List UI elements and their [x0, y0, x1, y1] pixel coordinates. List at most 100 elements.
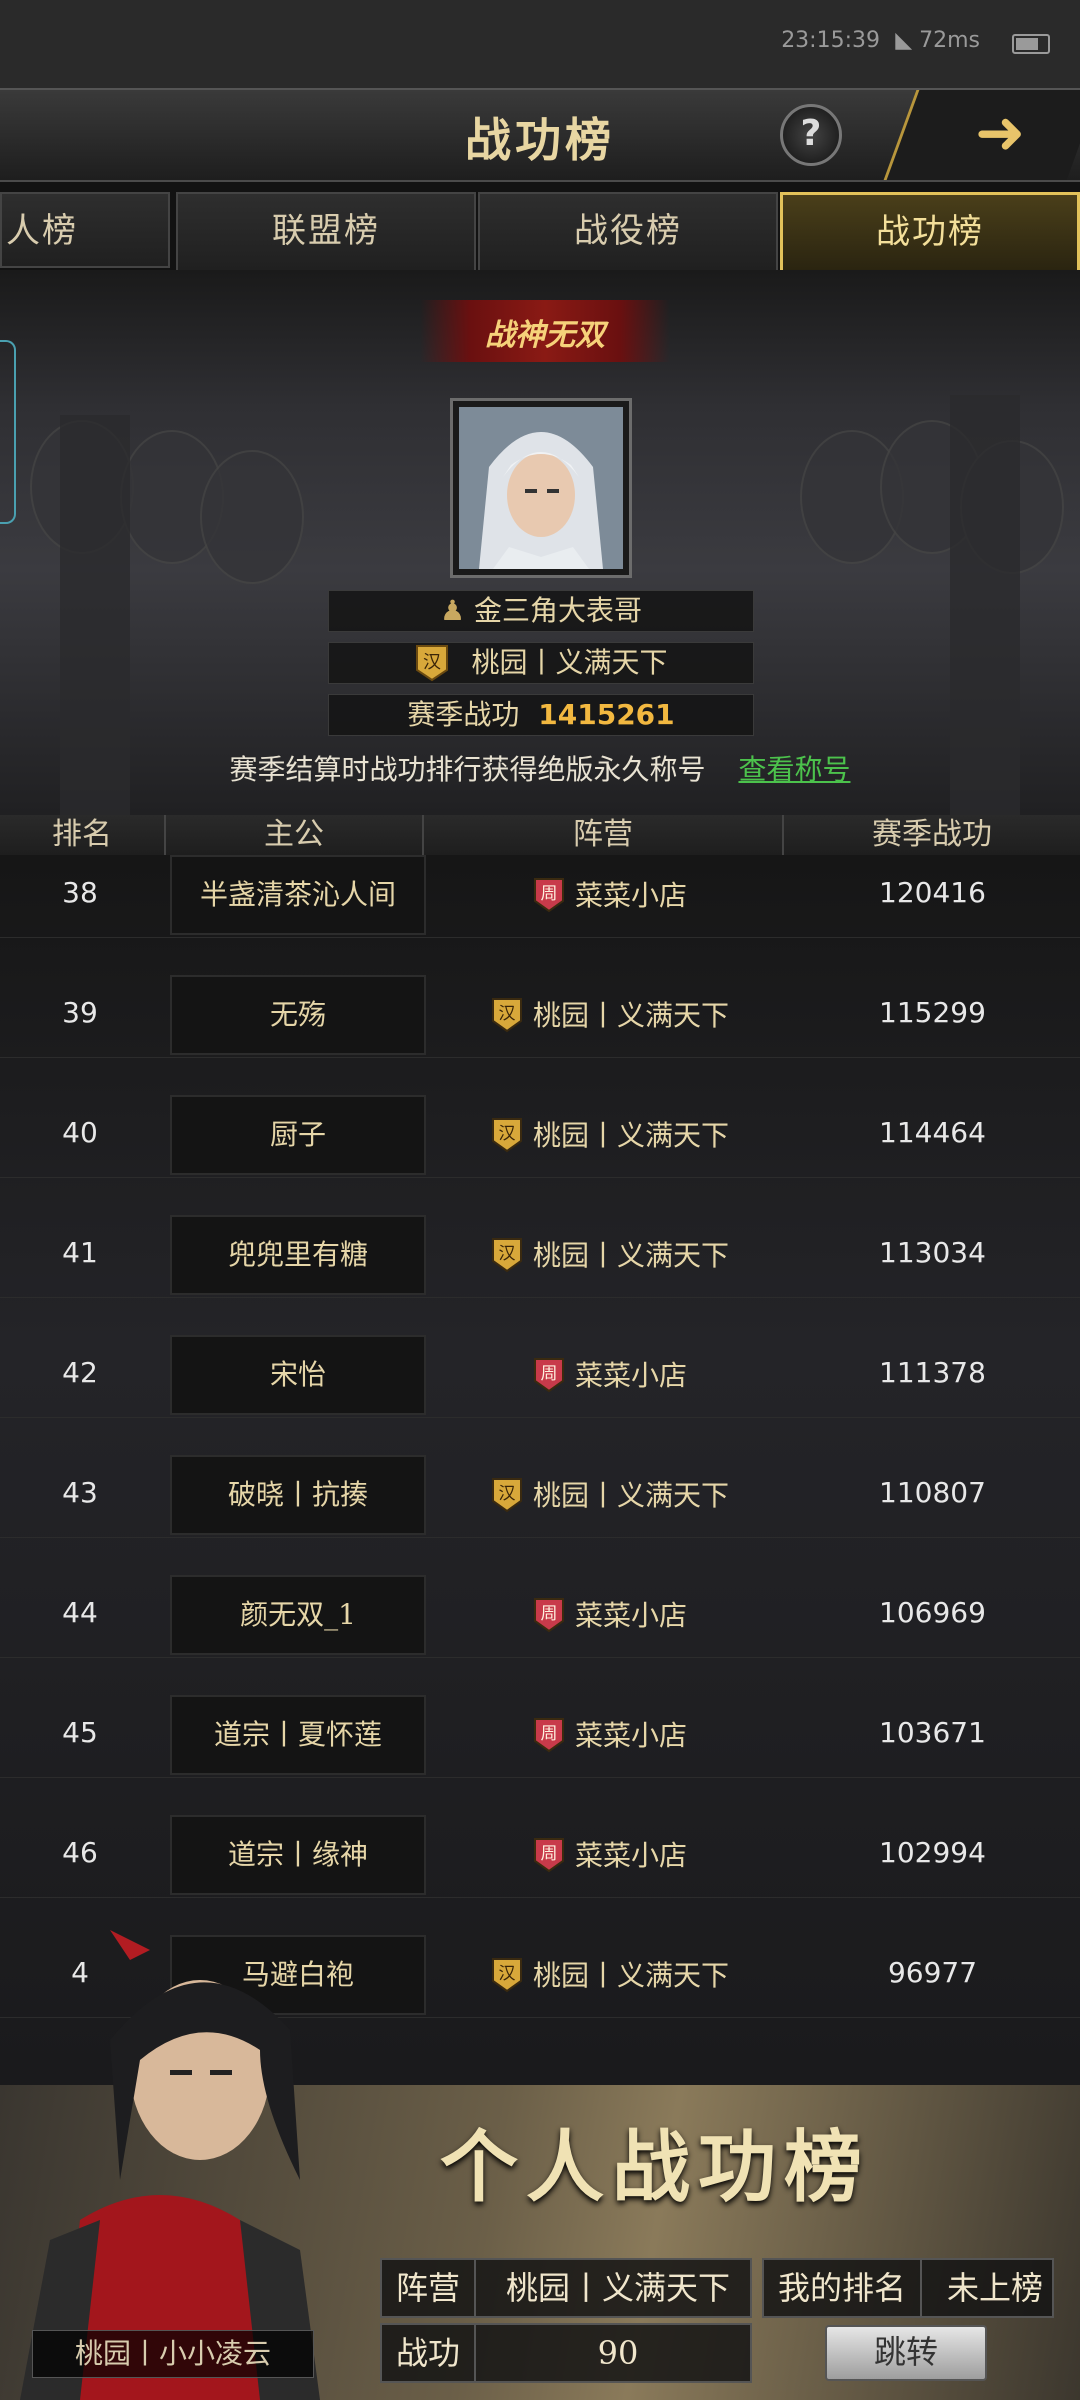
- my-merit-box: 战功 90: [380, 2323, 752, 2383]
- han-badge-icon: 汉: [491, 1957, 522, 1992]
- row-camp-name: 菜菜小店: [574, 879, 687, 912]
- zhou-badge-icon: 周: [533, 1357, 564, 1392]
- notice-text: 赛季结算时战功排行获得绝版永久称号: [229, 753, 706, 786]
- zhou-badge-icon: 周: [533, 877, 564, 912]
- tab-merit[interactable]: 战功榜: [780, 192, 1080, 274]
- row-rank: 45: [62, 1716, 98, 1749]
- row-camp: 汉桃园丨义满天下: [440, 1954, 780, 1996]
- col-rank: 排名: [0, 815, 166, 855]
- champion-camp-row: 汉 桃园丨义满天下: [328, 642, 754, 684]
- row-camp-name: 桃园丨义满天下: [532, 999, 729, 1032]
- status-bar: 23:15:39 ◣ 72ms: [0, 0, 1080, 88]
- help-button[interactable]: ?: [780, 104, 842, 166]
- svg-text:周: 周: [540, 884, 557, 904]
- zhou-badge-icon: 周: [533, 1837, 564, 1872]
- my-merit: 90: [597, 2334, 639, 2372]
- table-header: 排名 主公 阵营 赛季战功: [0, 815, 1080, 857]
- row-rank: 38: [62, 876, 98, 909]
- row-season-merit: 120416: [879, 876, 986, 909]
- tab-campaign[interactable]: 战役榜: [478, 192, 778, 272]
- table-row[interactable]: 46 道宗丨缘神周菜菜小店 102994: [0, 1777, 1080, 1898]
- row-camp: 周菜菜小店: [440, 1354, 780, 1396]
- row-rank: 42: [62, 1356, 98, 1389]
- arrow-right-icon[interactable]: ➜: [975, 98, 1025, 168]
- ranking-list[interactable]: 38 半盏清茶沁人间周菜菜小店 120416 39 无殇汉桃园丨义满天下 115299 40…: [0, 855, 1080, 2085]
- tab-personal[interactable]: 人榜: [0, 192, 170, 268]
- row-lord-name[interactable]: 破晓丨抗揍: [170, 1455, 426, 1535]
- champion-avatar[interactable]: [450, 398, 632, 578]
- table-row[interactable]: 41 兜兜里有糖汉桃园丨义满天下 113034: [0, 1177, 1080, 1298]
- row-lord-name[interactable]: 道宗丨缘神: [170, 1815, 426, 1895]
- svg-text:汉: 汉: [498, 1964, 515, 1984]
- champion-score-row: 赛季战功 1415261: [328, 694, 754, 736]
- my-merit-label: 战功: [382, 2325, 477, 2381]
- svg-text:周: 周: [540, 1364, 557, 1384]
- row-rank: 40: [62, 1116, 98, 1149]
- table-row[interactable]: 38 半盏清茶沁人间周菜菜小店 120416: [0, 855, 1080, 938]
- personal-panel-title: 个人战功榜: [440, 2122, 871, 2213]
- table-row[interactable]: 45 道宗丨夏怀莲周菜菜小店 103671: [0, 1657, 1080, 1778]
- row-lord-name[interactable]: 厨子: [170, 1095, 426, 1175]
- side-drawer-handle[interactable]: [0, 340, 16, 524]
- row-season-merit: 111378: [879, 1356, 986, 1389]
- col-camp: 阵营: [424, 815, 784, 855]
- row-rank: 44: [62, 1596, 98, 1629]
- table-row[interactable]: 40 厨子汉桃园丨义满天下 114464: [0, 1057, 1080, 1178]
- tab-alliance[interactable]: 联盟榜: [176, 192, 476, 272]
- svg-text:汉: 汉: [423, 652, 441, 673]
- svg-text:汉: 汉: [498, 1244, 515, 1264]
- my-camp-label: 阵营: [382, 2260, 477, 2316]
- season-notice: 赛季结算时战功排行获得绝版永久称号 查看称号: [0, 748, 1080, 788]
- row-lord-name[interactable]: 宋怡: [170, 1335, 426, 1415]
- row-lord-name[interactable]: 无殇: [170, 975, 426, 1055]
- row-lord-name[interactable]: 半盏清茶沁人间: [170, 855, 426, 935]
- row-lord-name[interactable]: 颜无双_1: [170, 1575, 426, 1655]
- row-camp: 周菜菜小店: [440, 1594, 780, 1636]
- champion-banner: 战神无双: [420, 300, 670, 362]
- champion-name: 金三角大表哥: [474, 594, 643, 627]
- tab-bar: 人榜 联盟榜 战役榜 战功榜: [0, 192, 1080, 274]
- han-badge-icon: 汉: [491, 1237, 522, 1272]
- row-camp-name: 菜菜小店: [574, 1599, 687, 1632]
- header-bar: 战功榜 ? ➜: [0, 88, 1080, 182]
- my-rank-label: 我的排名: [764, 2260, 923, 2316]
- row-camp: 汉桃园丨义满天下: [440, 994, 780, 1036]
- view-titles-link[interactable]: 查看称号: [738, 753, 850, 786]
- champion-score: 1415261: [538, 698, 675, 731]
- signal-icon: ◣: [895, 28, 913, 53]
- row-camp: 周菜菜小店: [440, 874, 780, 916]
- row-lord-name[interactable]: 道宗丨夏怀莲: [170, 1695, 426, 1775]
- table-row[interactable]: 44 颜无双_1 周菜菜小店 106969: [0, 1537, 1080, 1658]
- row-rank: 43: [62, 1476, 98, 1509]
- avatar: [459, 407, 623, 569]
- row-camp-name: 桃园丨义满天下: [532, 1959, 729, 1992]
- row-season-merit: 110807: [879, 1476, 986, 1509]
- my-camp-box: 阵营 桃园丨义满天下: [380, 2258, 752, 2318]
- row-camp-name: 菜菜小店: [574, 1719, 687, 1752]
- jump-button[interactable]: 跳转: [825, 2325, 987, 2381]
- han-badge-icon: 汉: [491, 1477, 522, 1512]
- row-season-merit: 114464: [879, 1116, 986, 1149]
- col-lord: 主公: [166, 815, 424, 855]
- table-row[interactable]: 43 破晓丨抗揍汉桃园丨义满天下 110807: [0, 1417, 1080, 1538]
- person-icon: ♟: [439, 594, 466, 627]
- row-camp: 周菜菜小店: [440, 1834, 780, 1876]
- table-row[interactable]: 39 无殇汉桃园丨义满天下 115299: [0, 937, 1080, 1058]
- row-camp-name: 桃园丨义满天下: [532, 1239, 729, 1272]
- han-badge-icon: 汉: [415, 644, 448, 681]
- row-season-merit: 96977: [887, 1956, 978, 1989]
- status-time: 23:15:39: [781, 28, 880, 53]
- row-camp-name: 菜菜小店: [574, 1359, 687, 1392]
- row-lord-name[interactable]: 兜兜里有糖: [170, 1215, 426, 1295]
- row-camp-name: 桃园丨义满天下: [532, 1119, 729, 1152]
- row-camp: 汉桃园丨义满天下: [440, 1234, 780, 1276]
- zhou-badge-icon: 周: [533, 1597, 564, 1632]
- hero-portrait: [20, 1930, 320, 2400]
- my-player-name: 桃园丨小小凌云: [32, 2330, 314, 2378]
- champion-camp: 桃园丨义满天下: [471, 646, 668, 679]
- my-rank-box: 我的排名 未上榜: [762, 2258, 1054, 2318]
- col-season-merit: 赛季战功: [872, 817, 992, 852]
- table-row[interactable]: 42 宋怡周菜菜小店 111378: [0, 1297, 1080, 1418]
- row-camp: 汉桃园丨义满天下: [440, 1114, 780, 1156]
- row-rank: 41: [62, 1236, 98, 1269]
